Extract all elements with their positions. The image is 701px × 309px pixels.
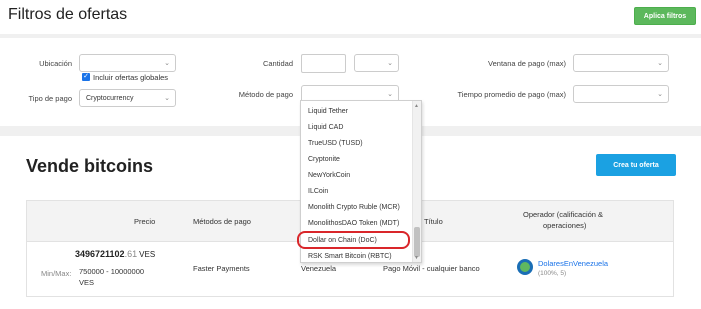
- dropdown-option[interactable]: NewYorkCoin: [308, 172, 350, 179]
- offer-title-link[interactable]: Pago Móvil - cualquier banco: [383, 264, 480, 273]
- location-select[interactable]: ⌄: [79, 54, 176, 72]
- dropdown-option[interactable]: Liquid CAD: [308, 124, 343, 131]
- currency-select[interactable]: ⌄: [354, 54, 399, 72]
- chevron-down-icon: ⌄: [657, 60, 663, 67]
- dropdown-option[interactable]: Cryptonite: [308, 156, 340, 163]
- header-methods: Métodos de pago: [193, 217, 251, 226]
- operator-stats: (100%, 5): [538, 270, 567, 277]
- minmax-value: 750000 - 10000000: [79, 267, 145, 276]
- page-title: Filtros de ofertas: [8, 6, 128, 23]
- create-offer-button[interactable]: Crea tu oferta: [596, 154, 676, 176]
- amount-input[interactable]: [301, 54, 346, 73]
- apply-filters-button[interactable]: Aplica filtros: [634, 7, 696, 25]
- dropdown-option[interactable]: MonolithosDAO Token (MDT): [308, 220, 399, 227]
- header-operator-sub: operaciones): [543, 221, 587, 230]
- include-global-checkbox[interactable]: ✓: [82, 73, 90, 81]
- scroll-down-arrow-icon[interactable]: ▼: [414, 255, 419, 261]
- highlight-annotation: [297, 231, 410, 249]
- dropdown-option[interactable]: Monolith Crypto Ruble (MCR): [308, 204, 400, 211]
- chevron-down-icon: ⌄: [164, 60, 170, 67]
- dropdown-option[interactable]: RSK Smart Bitcoin (RBTC): [308, 253, 392, 260]
- dropdown-scrollbar-thumb[interactable]: [414, 227, 420, 257]
- header-price: Precio: [134, 217, 156, 226]
- header-operator: Operador (calificación &: [523, 210, 604, 219]
- payment-type-label: Tipo de pago: [28, 94, 72, 103]
- operator-link[interactable]: DolaresEnVenezuela: [538, 259, 608, 268]
- chevron-down-icon: ⌄: [387, 60, 393, 67]
- scroll-up-arrow-icon[interactable]: ▲: [414, 103, 419, 109]
- filters-header: Filtros de ofertas Aplica filtros: [0, 0, 701, 34]
- dropdown-option[interactable]: TrueUSD (TUSD): [308, 140, 363, 147]
- section-title: Vende bitcoins: [26, 156, 154, 176]
- price-value: 3496721102.61 VES: [75, 249, 156, 259]
- minmax-currency: VES: [79, 278, 95, 287]
- chevron-down-icon: ⌄: [657, 91, 663, 98]
- amount-label: Cantidad: [262, 59, 293, 68]
- country-cell: Venezuela: [301, 264, 337, 273]
- payment-method-cell: Faster Payments: [193, 264, 250, 273]
- payment-method-label: Método de pago: [238, 90, 293, 99]
- header-title: Título: [424, 217, 443, 226]
- dropdown-option[interactable]: Liquid Tether: [308, 108, 348, 115]
- dropdown-option[interactable]: ILCoin: [308, 188, 328, 195]
- chevron-down-icon: ⌄: [387, 91, 393, 98]
- payment-type-select[interactable]: Cryptocurrency ⌄: [79, 89, 176, 107]
- include-global-label: Incluir ofertas globales: [93, 73, 169, 82]
- chevron-down-icon: ⌄: [164, 95, 170, 102]
- avg-payment-time-label: Tiempo promedio de pago (max): [457, 90, 566, 99]
- operator-avatar: [517, 259, 533, 275]
- avg-payment-time-select[interactable]: ⌄: [573, 85, 669, 103]
- location-label: Ubicación: [39, 59, 72, 68]
- payment-window-label: Ventana de pago (max): [488, 59, 566, 68]
- payment-window-select[interactable]: ⌄: [573, 54, 669, 72]
- minmax-label: Min/Max:: [41, 269, 72, 278]
